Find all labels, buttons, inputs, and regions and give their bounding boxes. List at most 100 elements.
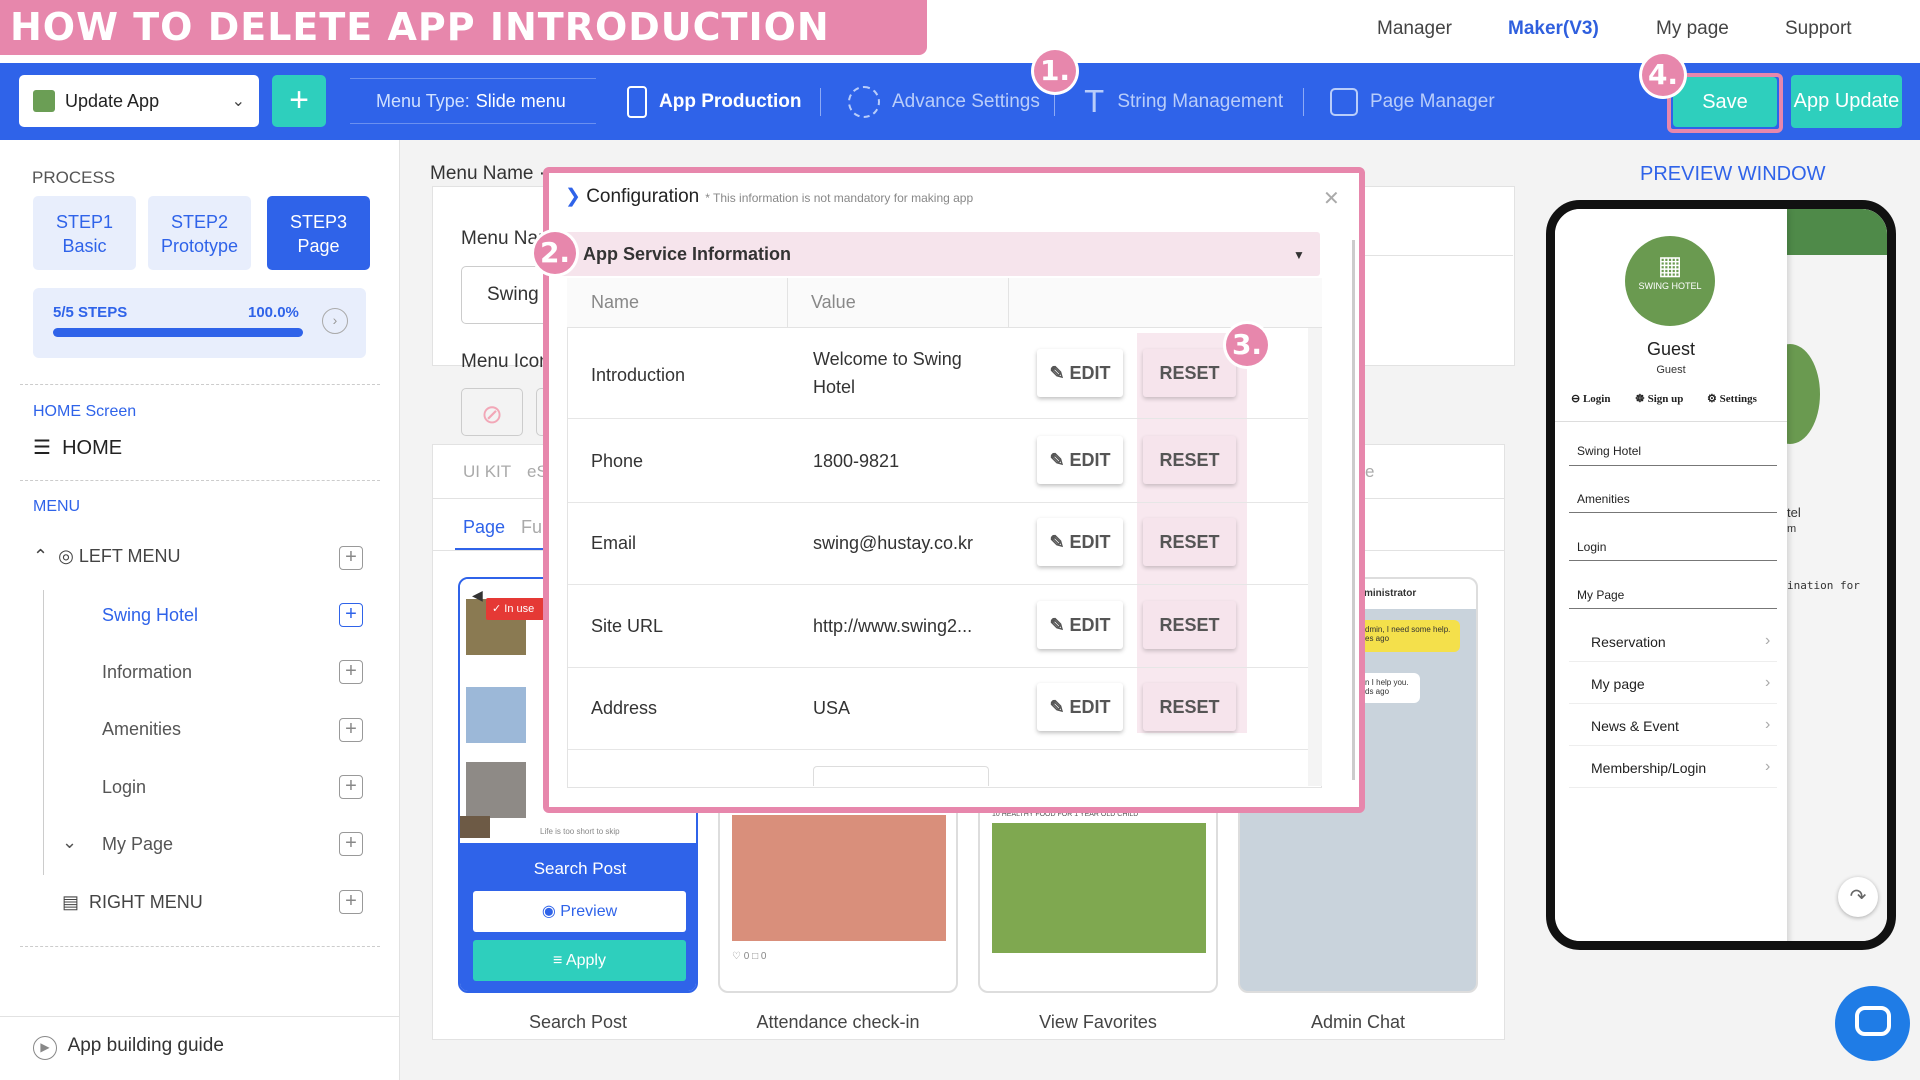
table-header: [567, 278, 1322, 328]
step-page[interactable]: STEP3 Page: [267, 196, 370, 270]
add-app-button[interactable]: +: [272, 75, 326, 127]
chevron-right-icon: ›: [1765, 674, 1771, 691]
chevron-down-icon[interactable]: ⌄: [62, 832, 77, 853]
nav-maker[interactable]: Maker(V3): [1508, 18, 1599, 40]
step-basic[interactable]: STEP1 Basic: [33, 196, 136, 270]
dog-thumbnail: [466, 762, 526, 818]
add-icon[interactable]: +: [339, 660, 363, 684]
menu-item-swing-hotel[interactable]: Swing Hotel: [102, 605, 198, 626]
tab-label: Advance Settings: [892, 91, 1040, 112]
reset-button[interactable]: RESET: [1143, 436, 1236, 484]
home-circle-icon: ◎: [58, 546, 74, 566]
edit-button[interactable]: ✎ EDIT: [1037, 601, 1123, 649]
preview-menu-item[interactable]: News & Event: [1591, 718, 1679, 734]
reset-button[interactable]: RESET: [1143, 349, 1236, 397]
preview-menu-item[interactable]: Amenities: [1577, 492, 1630, 506]
reset-button[interactable]: RESET: [1143, 683, 1236, 731]
card-label: View Favorites: [1039, 1012, 1157, 1032]
add-icon[interactable]: +: [339, 890, 363, 914]
menu-item-login[interactable]: Login: [102, 777, 146, 798]
right-menu-group[interactable]: ▤ RIGHT MENU: [62, 892, 203, 913]
left-menu-group[interactable]: ⌃ ◎ LEFT MENU: [33, 546, 181, 567]
preview-menu-item[interactable]: Reservation: [1591, 634, 1666, 650]
phone-icon: [627, 86, 647, 118]
signup-action[interactable]: ☸ Sign up: [1635, 392, 1683, 405]
divider: [1569, 560, 1777, 561]
preview-menu-item[interactable]: Membership/Login: [1591, 760, 1706, 776]
nav-support[interactable]: Support: [1785, 18, 1852, 40]
menu-item-information[interactable]: Information: [102, 662, 192, 683]
add-icon[interactable]: +: [339, 546, 363, 570]
nav-my-page[interactable]: My page: [1656, 18, 1729, 40]
divider: [1569, 661, 1777, 662]
fragment-text: m: [1787, 523, 1797, 535]
modal-scrollbar[interactable]: [1352, 240, 1355, 780]
save-button[interactable]: Save: [1673, 77, 1777, 127]
app-update-button[interactable]: App Update: [1791, 75, 1902, 128]
column-name: Name: [591, 292, 640, 312]
close-icon[interactable]: ✕: [1323, 186, 1340, 211]
preview-button[interactable]: ◉ Preview: [473, 891, 686, 932]
step-badge-2: 2.: [534, 232, 576, 274]
reset-button[interactable]: RESET: [1143, 601, 1236, 649]
tree-line: [43, 590, 44, 875]
reset-button[interactable]: RESET: [1143, 518, 1236, 566]
share-icon[interactable]: ↷: [1838, 877, 1878, 917]
app-building-guide[interactable]: ▶ App building guide: [33, 1035, 224, 1060]
edit-label: EDIT: [1069, 450, 1111, 470]
app-select-label: Update App: [65, 90, 160, 111]
menu-type-label: Menu Type:: [376, 91, 470, 111]
card-label: Search Post: [528, 1012, 628, 1032]
edit-button[interactable]: ✎ EDIT: [1037, 518, 1123, 566]
no-icon-option[interactable]: ⊘: [461, 388, 523, 436]
home-item[interactable]: ☰ HOME: [33, 435, 122, 460]
chevron-right-icon[interactable]: ›: [322, 308, 348, 334]
divider: [1569, 512, 1777, 513]
preview-menu-item[interactable]: Swing Hotel: [1577, 444, 1641, 458]
preview-menu-item[interactable]: Login: [1577, 540, 1606, 554]
chevron-down-icon: ⌄: [231, 93, 245, 110]
preview-menu-item[interactable]: My page: [1591, 676, 1645, 692]
edit-button[interactable]: ✎ EDIT: [1037, 683, 1123, 731]
edit-button[interactable]: ✎ EDIT: [1037, 349, 1123, 397]
hotel-icon: ▦: [1657, 250, 1683, 280]
progress-bar: [53, 328, 303, 337]
row-name-phone: Phone: [591, 451, 644, 471]
tab-string-management[interactable]: T String Management: [1085, 82, 1283, 122]
tab-app-production[interactable]: App Production: [627, 82, 801, 122]
chat-time: ds ago: [1365, 687, 1390, 696]
edit-button[interactable]: ✎ EDIT: [1037, 436, 1123, 484]
chat-support-button[interactable]: [1835, 986, 1910, 1061]
menu-item-amenities[interactable]: Amenities: [102, 719, 181, 740]
app-select[interactable]: Update App ⌄: [19, 75, 259, 127]
subtab-page[interactable]: Page: [463, 517, 505, 538]
comment-count: 0: [760, 951, 767, 962]
menu-item-my-page[interactable]: My Page: [102, 834, 173, 855]
in-use-badge: ✓ In use: [486, 598, 546, 620]
tab-ui-kit[interactable]: UI KIT: [463, 462, 511, 482]
add-icon[interactable]: +: [339, 832, 363, 856]
table-scrollbar[interactable]: [1308, 328, 1322, 786]
apply-button[interactable]: ≡ Apply: [473, 940, 686, 981]
step-title: STEP3: [289, 212, 348, 232]
preview-menu-item[interactable]: My Page: [1577, 588, 1624, 602]
divider: [787, 278, 788, 328]
add-icon[interactable]: +: [339, 603, 363, 627]
back-icon: ◀: [472, 587, 483, 603]
add-icon[interactable]: +: [339, 718, 363, 742]
tab-advance-settings[interactable]: Advance Settings: [848, 82, 1040, 122]
row-name-address: Address: [591, 698, 658, 718]
login-action[interactable]: ⊖ Login: [1571, 392, 1610, 405]
chat-bubble-icon: [1855, 1006, 1891, 1036]
subtab-function[interactable]: Fu: [521, 517, 542, 538]
settings-action[interactable]: ⚙ Settings: [1707, 392, 1757, 405]
step-prototype[interactable]: STEP2 Prototype: [148, 196, 251, 270]
tab-page-manager[interactable]: Page Manager: [1330, 82, 1495, 122]
add-icon[interactable]: +: [339, 775, 363, 799]
reaction-icons: ♡ 0 □ 0: [732, 951, 767, 962]
gear-icon: [848, 86, 880, 118]
eye-icon: ◉: [541, 903, 556, 920]
menu-type-selector[interactable]: Menu Type: Slide menu: [350, 78, 596, 124]
play-icon: ▶: [33, 1036, 57, 1060]
nav-manager[interactable]: Manager: [1377, 18, 1452, 40]
